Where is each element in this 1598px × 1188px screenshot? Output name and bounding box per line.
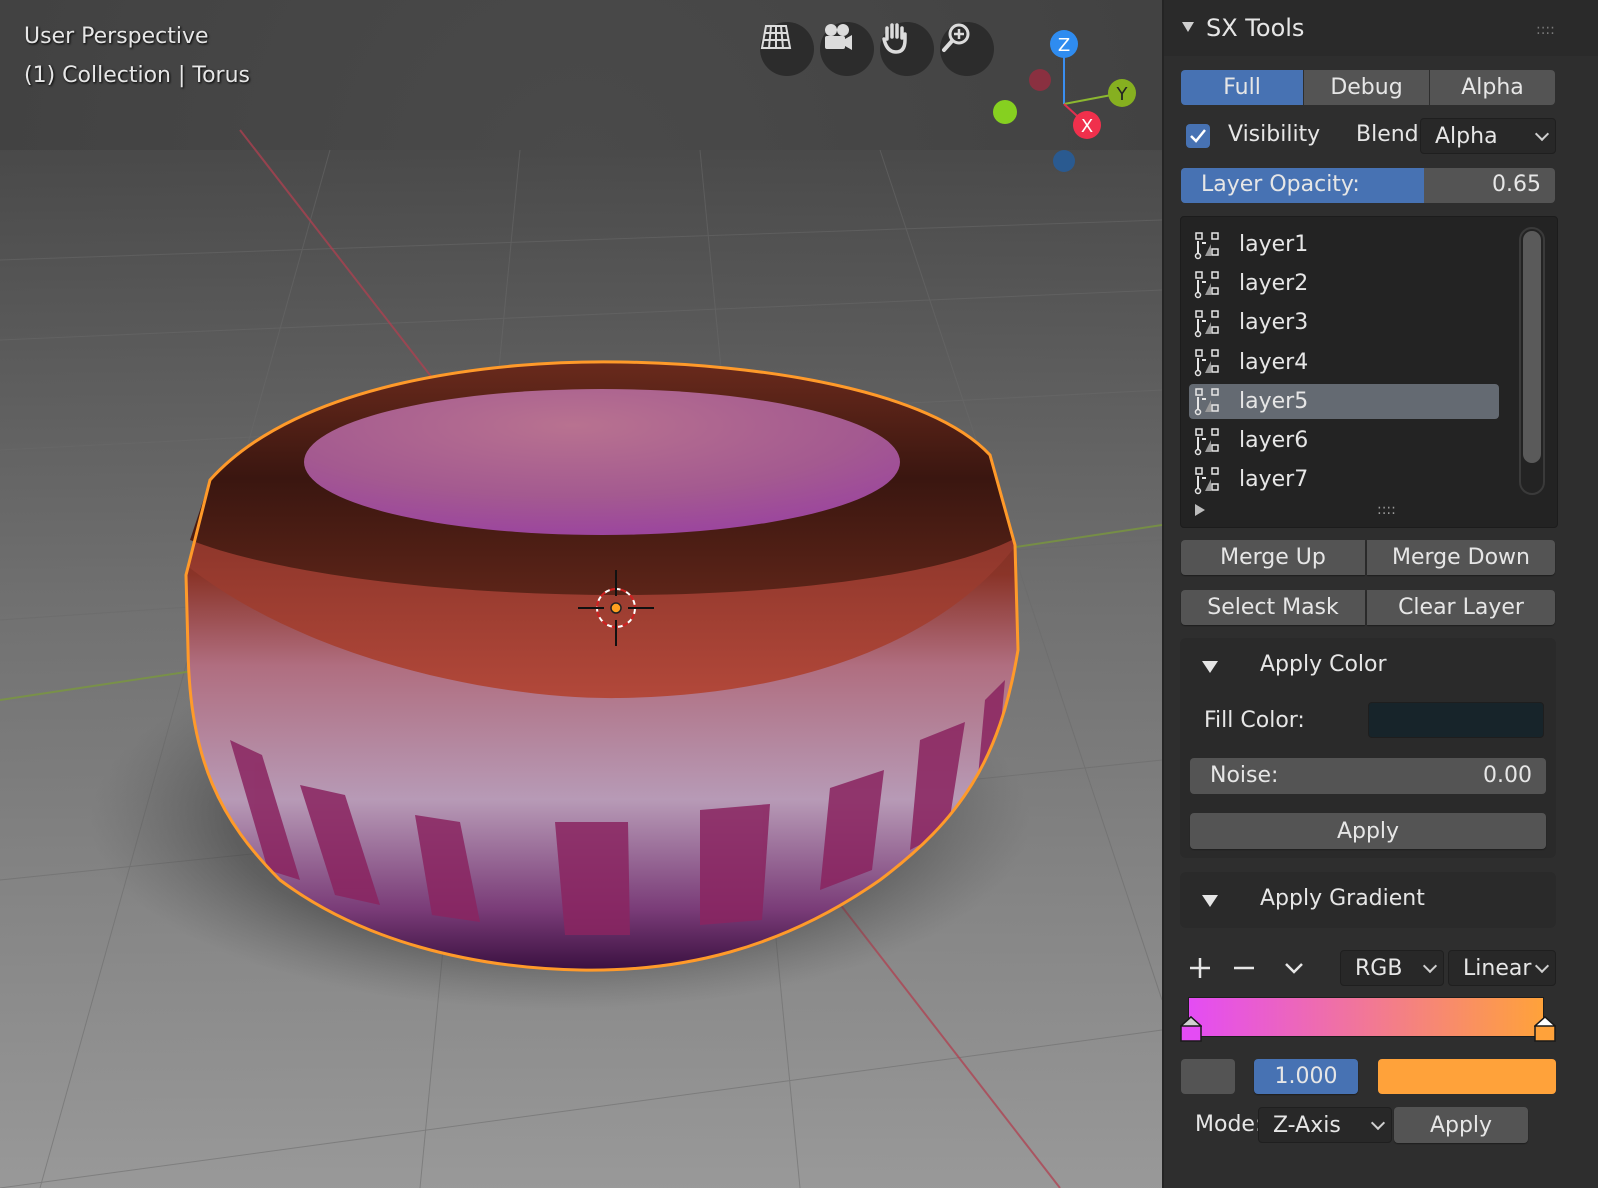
layer-name: layer3 [1239,310,1309,336]
interpolation-value: Linear [1463,955,1532,981]
vertex-paint-icon [1194,388,1219,416]
visibility-checkbox[interactable] [1186,124,1210,148]
gradient-mode-value: Z-Axis [1273,1112,1341,1138]
layer-row[interactable]: layer3 [1189,305,1499,340]
zoom-icon [942,23,970,52]
hand-icon [882,23,907,54]
fill-color-label: Fill Color: [1204,708,1305,733]
apply-gradient-header[interactable]: Apply Gradient [1180,872,1556,928]
apply-color-title: Apply Color [1260,652,1387,677]
camera-view-button[interactable] [820,22,874,76]
layer-name: layer1 [1239,232,1309,257]
vertex-paint-icon [1194,270,1219,298]
layer-list[interactable]: layer1 layer2 layer3 layer4 layer5 layer6 laye… [1180,216,1558,528]
apply-color-section: Apply Color Fill Color: Noise: 0.00 Appl… [1180,638,1556,858]
layer-row[interactable]: layer6 [1189,423,1499,458]
layer-row[interactable]: layer2 [1189,266,1499,301]
opacity-label: Layer Opacity: [1201,172,1360,197]
opacity-value: 0.65 [1492,172,1541,197]
3d-viewport[interactable]: Z Y X User Perspective (1) Collection | … [0,0,1162,1188]
list-resize-grip[interactable]: :::: [1377,502,1396,518]
noise-slider[interactable]: Noise: 0.00 [1190,758,1546,794]
toggle-perspective-button[interactable] [760,22,814,76]
camera-icon [825,24,852,50]
mode-alpha-tab[interactable]: Alpha [1430,70,1555,105]
chevron-down-icon [1534,958,1550,974]
gizmo-z-label: Z [1058,35,1070,56]
merge-down-button[interactable]: Merge Down [1367,540,1555,575]
layer-name: layer6 [1239,428,1309,453]
sx-tools-panel: SX Tools :::: Full Debug Alpha Visibilit… [1162,0,1598,1188]
mode-full-tab[interactable]: Full [1181,70,1303,105]
blend-mode-value: Alpha [1435,123,1498,149]
noise-label: Noise: [1210,763,1279,788]
viewport-collection-label: (1) Collection | Torus [24,63,250,88]
color-mode-value: RGB [1355,955,1403,981]
pan-view-button[interactable] [880,22,934,76]
gradient-mode-dropdown[interactable]: Z-Axis [1258,1107,1392,1143]
remove-stop-icon[interactable] [1230,954,1258,982]
gizmo-x-label: X [1081,116,1093,137]
layer-name: layer4 [1239,349,1309,375]
panel-title: SX Tools [1206,14,1305,42]
chevron-down-icon [1534,126,1550,142]
blend-label: Blend [1356,122,1419,147]
layer-list-scrollbar-thumb[interactable] [1523,231,1541,463]
layer-row[interactable]: layer7 [1189,462,1499,497]
vertex-paint-icon [1194,349,1219,377]
chevron-down-icon [1370,1115,1386,1131]
drag-grip-icon[interactable]: :::: [1536,22,1555,38]
layer-name: layer5 [1239,388,1309,414]
gizmo-y-label: Y [1116,84,1129,105]
visibility-label: Visibility [1228,122,1321,147]
grid-icon [760,25,792,49]
apply-gradient-title: Apply Gradient [1260,886,1425,911]
layer-row[interactable]: layer4 [1189,345,1499,380]
layer-row[interactable]: layer1 [1189,227,1499,262]
panel-header[interactable]: SX Tools :::: [1164,0,1598,56]
collapse-arrow-icon [1182,22,1194,32]
clear-layer-button[interactable]: Clear Layer [1367,590,1555,625]
layer-name: layer2 [1239,271,1309,297]
gradient-ramp[interactable] [1188,997,1544,1037]
vertex-paint-icon [1194,231,1219,259]
viewport-title: User Perspective [24,24,209,49]
layer-list-scrollbar-track[interactable] [1519,227,1545,495]
chevron-down-icon[interactable] [1280,954,1308,982]
zoom-view-button[interactable] [940,22,994,76]
layer-name: layer7 [1239,467,1309,493]
blend-mode-dropdown[interactable]: Alpha [1420,118,1556,154]
apply-color-button[interactable]: Apply [1190,813,1546,849]
vertex-paint-icon [1194,427,1219,455]
interpolation-dropdown[interactable]: Linear [1448,950,1556,986]
fill-color-swatch[interactable] [1368,702,1544,738]
layer-opacity-slider[interactable]: Layer Opacity: 0.65 [1181,168,1555,203]
layer-row[interactable]: layer5 [1189,383,1499,419]
gradient-stop-start[interactable] [1179,1015,1203,1042]
stop-index-field[interactable] [1181,1059,1235,1094]
collapse-arrow-icon [1202,895,1218,907]
mode-debug-tab[interactable]: Debug [1304,70,1429,105]
merge-up-button[interactable]: Merge Up [1181,540,1365,575]
checkmark-icon [1190,129,1206,143]
gradient-stop-end[interactable] [1533,1015,1557,1042]
gradient-mode-label: Mode: [1195,1112,1263,1137]
chevron-down-icon [1422,958,1438,974]
select-mask-button[interactable]: Select Mask [1181,590,1365,625]
viewport-scene: Z Y X [0,0,1162,1188]
stop-position-field[interactable]: 1.000 [1254,1059,1358,1094]
vertex-paint-icon [1194,466,1219,494]
stop-color-swatch[interactable] [1378,1059,1556,1094]
vertex-paint-icon [1194,310,1219,338]
apply-color-header[interactable]: Apply Color [1180,638,1556,694]
expand-arrow-icon[interactable] [1195,504,1205,516]
add-stop-icon[interactable] [1186,954,1214,982]
apply-gradient-button[interactable]: Apply [1394,1107,1528,1143]
noise-value: 0.00 [1483,763,1532,788]
color-mode-dropdown[interactable]: RGB [1340,950,1444,986]
collapse-arrow-icon [1202,661,1218,673]
